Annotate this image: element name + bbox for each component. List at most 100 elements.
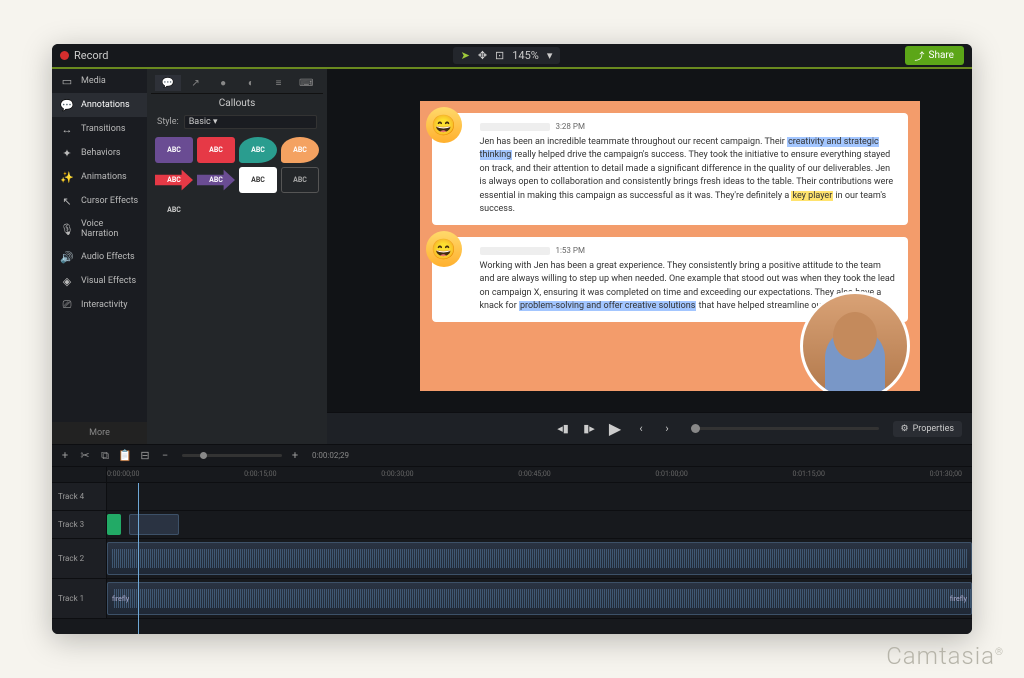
hand-tool-icon[interactable]: ✥	[478, 49, 487, 62]
add-track-icon[interactable]: +	[58, 449, 72, 463]
sidebar-item-voice[interactable]: 🎙Voice Narration	[52, 213, 147, 245]
track-body[interactable]	[107, 511, 972, 538]
sender-name-redacted	[480, 247, 550, 255]
ruler-tick: 0:00:00;00	[107, 470, 139, 478]
sidebar-more[interactable]: More	[52, 422, 147, 444]
callout-red[interactable]: ABC	[197, 137, 235, 163]
clip[interactable]	[129, 514, 179, 535]
audio-clip[interactable]: firefly firefly	[107, 582, 972, 615]
main-area: ▭Media 💬Annotations ↔ Transitions ✦Behavi…	[52, 69, 972, 444]
ruler-tick: 0:00:15;00	[244, 470, 276, 478]
sidebar-item-behaviors[interactable]: ✦Behaviors	[52, 141, 147, 165]
tab-callouts[interactable]: 💬	[155, 75, 181, 91]
cut-icon[interactable]: ✂	[78, 449, 92, 463]
callout-white[interactable]: ABC	[239, 167, 277, 193]
sidebar-item-label: Audio Effects	[81, 252, 135, 262]
brand-watermark: Camtasia®	[886, 642, 1004, 670]
style-select[interactable]: Basic ▾	[184, 115, 317, 129]
zoom-out-icon[interactable]: −	[158, 449, 172, 463]
audio-clip[interactable]	[107, 542, 972, 575]
sidebar-item-transitions[interactable]: ↔ Transitions	[52, 117, 147, 141]
sidebar-item-audiofx[interactable]: 🔊Audio Effects	[52, 245, 147, 269]
preview-frame: 😄 3:28 PM Jen has been an incredible tea…	[420, 101, 920, 391]
share-button[interactable]: ⤴ Share	[905, 46, 964, 65]
sidebar-item-label: Animations	[81, 172, 127, 182]
share-label: Share	[929, 50, 954, 61]
zoom-slider[interactable]	[182, 454, 282, 457]
next-frame-button[interactable]: ▮▸	[579, 419, 599, 439]
topbar: Record ➤ ✥ ⊡ 145% ▾ ⤴ Share	[52, 44, 972, 69]
track-row: Track 1 firefly firefly	[52, 579, 972, 619]
clip[interactable]	[107, 514, 121, 535]
tab-blur[interactable]: ◐	[238, 75, 264, 91]
playhead[interactable]	[138, 483, 139, 634]
sidebar-item-label: Media	[81, 76, 106, 86]
track-label[interactable]: Track 3	[52, 511, 107, 538]
play-button[interactable]: ▶	[605, 419, 625, 439]
sidebar-item-visualfx[interactable]: ◈Visual Effects	[52, 269, 147, 293]
sidebar-item-cursor[interactable]: ↖Cursor Effects	[52, 189, 147, 213]
animations-icon: ✨	[60, 171, 74, 183]
cursor-tool-icon[interactable]: ➤	[461, 49, 470, 62]
sidebar-item-media[interactable]: ▭Media	[52, 69, 147, 93]
ruler-tick: 0:01:00;00	[655, 470, 687, 478]
sidebar-item-label: Transitions	[81, 124, 126, 134]
tracks-container: Track 4 Track 3 Track 2 Track 1	[52, 483, 972, 634]
zoom-dropdown-icon[interactable]: ▾	[547, 49, 553, 62]
track-label[interactable]: Track 4	[52, 483, 107, 510]
step-back-button[interactable]: ‹	[631, 419, 651, 439]
emoji-icon: 😄	[426, 231, 462, 267]
step-fwd-button[interactable]: ›	[657, 419, 677, 439]
timestamp: 1:53 PM	[556, 245, 585, 257]
waveform	[114, 589, 972, 608]
copy-icon[interactable]: ⧉	[98, 449, 112, 463]
sender-name-redacted	[480, 123, 550, 131]
sidebar-item-animations[interactable]: ✨ Animations	[52, 165, 147, 189]
paste-icon[interactable]: 📋	[118, 449, 132, 463]
scrub-bar[interactable]	[691, 427, 879, 430]
ruler-tick: 0:01:15;00	[792, 470, 824, 478]
timeline-ruler[interactable]: 0:00:00;00 0:00:15;00 0:00:30;00 0:00:45…	[52, 467, 972, 483]
mic-icon: 🎙	[60, 223, 74, 235]
callout-purple[interactable]: ABC	[155, 137, 193, 163]
panel-tabs: 💬 ↗ ● ◐ ≡ ⌨	[151, 73, 323, 94]
transitions-icon: ↔	[60, 123, 74, 135]
app-window: Record ➤ ✥ ⊡ 145% ▾ ⤴ Share ▭Media 💬Anno…	[52, 44, 972, 634]
canvas[interactable]: 😄 3:28 PM Jen has been an incredible tea…	[327, 69, 972, 412]
msg-text: Jen has been an incredible teammate thro…	[480, 137, 894, 215]
callout-text[interactable]: ABC	[155, 197, 193, 223]
track-row: Track 3	[52, 511, 972, 539]
callout-teal-cloud[interactable]: ABC	[239, 137, 277, 163]
tab-shapes[interactable]: ●	[210, 75, 236, 91]
callout-red-arrow[interactable]: ABC	[155, 167, 193, 193]
tab-motion[interactable]: ≡	[266, 75, 292, 91]
zoom-value[interactable]: 145%	[512, 49, 539, 62]
track-row: Track 4	[52, 483, 972, 511]
track-label[interactable]: Track 1	[52, 579, 107, 618]
prev-frame-button[interactable]: ◂▮	[553, 419, 573, 439]
callout-outline[interactable]: ABC	[281, 167, 319, 193]
crop-tool-icon[interactable]: ⊡	[495, 49, 504, 62]
sidebar-item-annotations[interactable]: 💬Annotations	[52, 93, 147, 117]
split-icon[interactable]: ⊟	[138, 449, 152, 463]
canvas-tools: ➤ ✥ ⊡ 145% ▾	[453, 47, 561, 64]
panel-title: Callouts	[151, 94, 323, 113]
callout-orange-cloud[interactable]: ABC	[281, 137, 319, 163]
properties-button[interactable]: ⚙Properties	[893, 421, 963, 437]
callout-grid: ABC ABC ABC ABC ABC ABC ABC ABC ABC	[151, 135, 323, 225]
zoom-in-icon[interactable]: +	[288, 449, 302, 463]
clip-label: firefly	[950, 595, 967, 603]
track-body[interactable]	[107, 483, 972, 510]
callout-purple-arrow[interactable]: ABC	[197, 167, 235, 193]
sidebar-item-interactivity[interactable]: ⎚Interactivity	[52, 293, 147, 317]
track-body[interactable]	[107, 539, 972, 578]
record-button[interactable]: Record	[60, 49, 108, 62]
track-label[interactable]: Track 2	[52, 539, 107, 578]
clip-label: firefly	[112, 595, 129, 603]
tab-keystroke[interactable]: ⌨	[293, 75, 319, 91]
track-body[interactable]: firefly firefly	[107, 579, 972, 618]
tab-arrows[interactable]: ↗	[183, 75, 209, 91]
timecode: 0:00:02;29	[312, 451, 349, 460]
ruler-tick: 0:00:45;00	[518, 470, 550, 478]
chat-message-1: 😄 3:28 PM Jen has been an incredible tea…	[432, 113, 908, 225]
